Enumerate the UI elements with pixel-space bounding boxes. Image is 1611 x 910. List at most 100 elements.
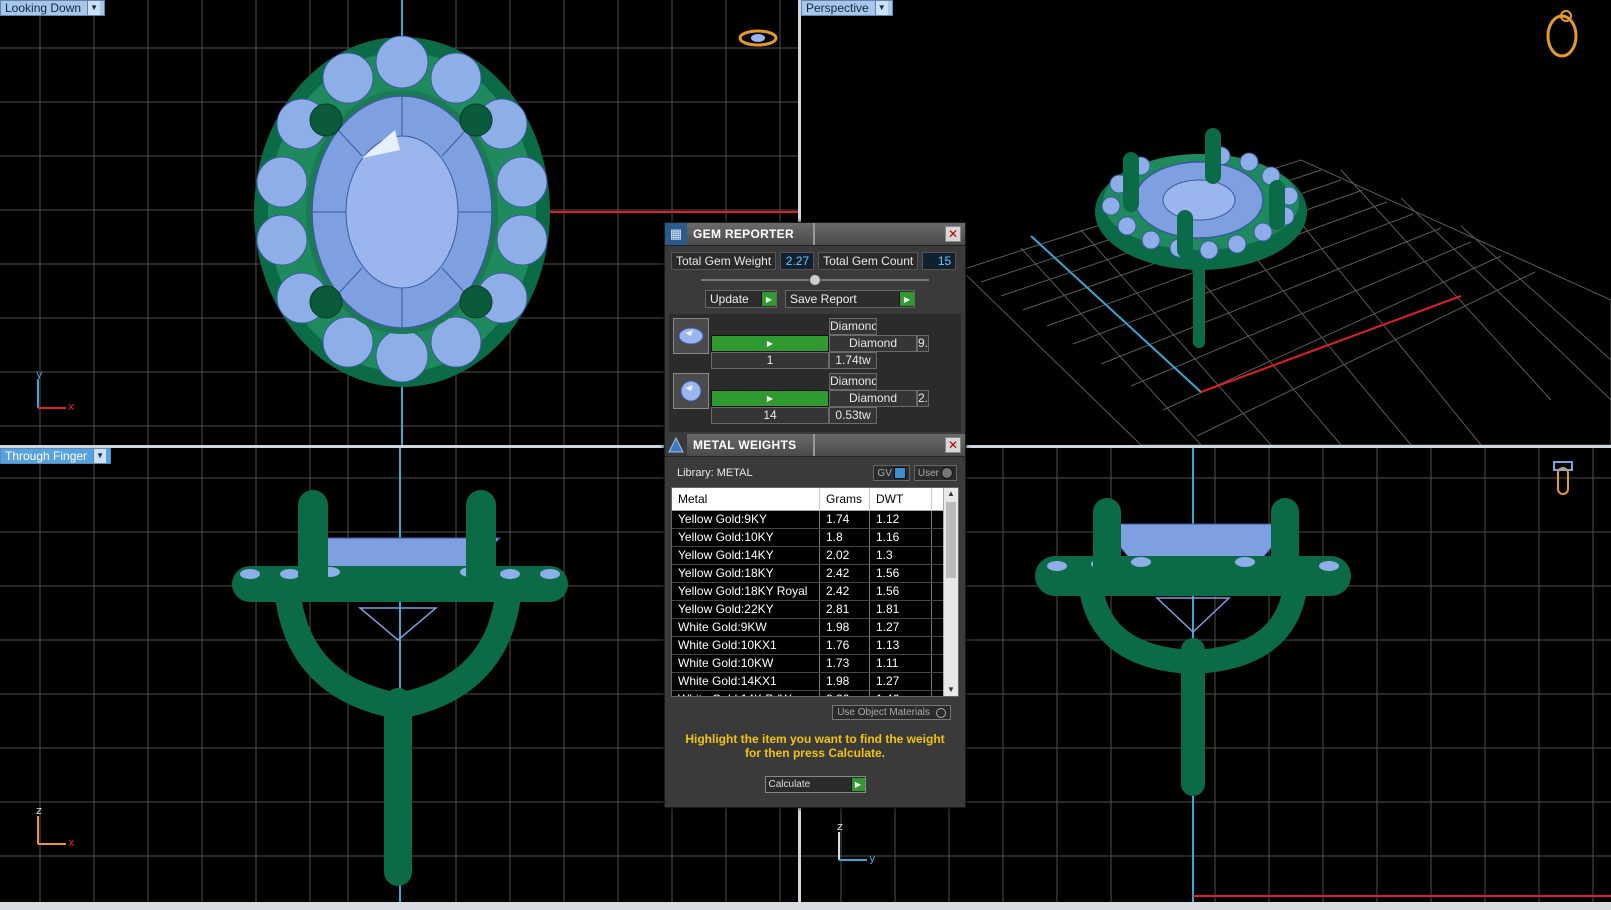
dwt-cell: 1.11 [870,655,932,672]
oval-gem-icon [673,318,709,354]
view-tab-looking-down[interactable]: Looking Down ▼ [0,0,106,16]
total-gem-count-label: Total Gem Count [818,252,919,270]
table-row[interactable]: Yellow Gold:18KY 2.42 1.56 [672,565,958,583]
table-row[interactable]: Yellow Gold:10KY 1.8 1.16 [672,529,958,547]
toggle-off-icon [941,467,953,479]
save-report-button[interactable]: Save Report ▶ [785,290,915,308]
calculate-label: Calculate [768,779,811,790]
metal-cell: White Gold:9KW [672,619,820,636]
gem-count: 14 [711,407,829,424]
gem-row[interactable]: Diamond Round Diamond 2.16 X 2.16 14 0.5… [673,373,957,424]
calculate-button[interactable]: Calculate ▶ [764,776,866,793]
axis-gizmo-tl [37,380,66,409]
metal-weights-titlebar[interactable]: METAL WEIGHTS ✕ [665,434,965,457]
close-icon[interactable]: ✕ [945,437,961,453]
metal-table-body: Yellow Gold:9KY 1.74 1.12 Yellow Gold:10KY 1… [672,511,958,696]
gem-size: 9.13 X 7.10 [917,335,929,352]
table-row[interactable]: Yellow Gold:14KY 2.02 1.3 [672,547,958,565]
scrollbar[interactable]: ▲ ▼ [943,488,958,696]
metal-cell: Yellow Gold:18KY [672,565,820,582]
dwt-cell: 1.81 [870,601,932,618]
gem-reporter-title: GEM REPORTER [693,227,794,241]
metal-weights-panel: METAL WEIGHTS ✕ Library: METAL GV User M… [665,434,965,807]
column-metal[interactable]: Metal [672,488,820,510]
scroll-up-icon[interactable]: ▲ [944,488,958,500]
play-icon: ▶ [899,292,914,306]
table-row[interactable]: White Gold:9KW 1.98 1.27 [672,619,958,637]
scroll-thumb[interactable] [946,502,956,578]
title-divider [813,223,815,245]
dwt-cell: 1.46 [870,691,932,696]
column-dwt[interactable]: DWT [870,488,932,510]
ring-top-view [254,35,550,387]
calculate-row: Calculate ▶ [665,766,965,807]
gem-weight: 1.74tw [829,352,877,369]
axis-label-z: z [837,820,843,833]
chevron-down-icon[interactable]: ▼ [93,449,107,463]
axis-label-x: x [68,836,75,849]
user-toggle[interactable]: User [913,465,957,481]
chevron-down-icon[interactable]: ▼ [874,1,888,15]
instruction-text: Highlight the item you want to find the … [685,732,945,760]
gem-reporter-panel: ▦ GEM REPORTER ✕ Total Gem Weight 2.27 T… [664,222,966,808]
table-row[interactable]: Yellow Gold:22KY 2.81 1.81 [672,601,958,619]
gem-totals: Total Gem Weight 2.27 Total Gem Count 15 [665,246,965,272]
axis-label-y: y [36,368,43,381]
chevron-down-icon[interactable]: ▼ [87,1,101,15]
view-tab-through-finger[interactable]: Through Finger ▼ [0,448,112,464]
table-row[interactable]: White Gold:14KX1 1.98 1.27 [672,673,958,691]
view-tab-label: Through Finger [5,449,88,463]
play-icon[interactable]: ▶ [711,390,829,407]
axis-label-z: z [36,804,42,817]
library-row: Library: METAL GV User [665,457,965,487]
library-label: Library: METAL [677,467,753,479]
dwt-cell: 1.56 [870,565,932,582]
gv-toggle[interactable]: GV [873,465,910,481]
grams-cell: 2.81 [820,601,870,618]
gem-list: Diamond Oval Diamond 9.13 X 7.10 1 1.74t… [669,314,961,432]
grams-cell: 2.42 [820,583,870,600]
view-tab-perspective[interactable]: Perspective ▼ [801,0,893,16]
gem-count: 1 [711,352,829,369]
table-row[interactable]: Yellow Gold:9KY 1.74 1.12 [672,511,958,529]
table-row[interactable]: White Gold:10KW 1.73 1.11 [672,655,958,673]
metal-cell: White Gold:14KX1 [672,673,820,690]
dwt-cell: 1.16 [870,529,932,546]
dwt-cell: 1.12 [870,511,932,528]
axis-gizmo-bl [37,816,66,845]
grams-cell: 2.26 [820,691,870,696]
slider-handle[interactable] [809,274,821,286]
dwt-cell: 1.27 [870,619,932,636]
metal-cell: Yellow Gold:14KY [672,547,820,564]
view-tab-label: Looking Down [5,1,82,15]
table-row[interactable]: Yellow Gold:18KY Royal 2.42 1.56 [672,583,958,601]
update-label: Update [710,292,749,306]
gem-weight: 0.53tw [829,407,877,424]
gem-row[interactable]: Diamond Oval Diamond 9.13 X 7.10 1 1.74t… [673,318,957,369]
table-row[interactable]: White Gold:10KX1 1.76 1.13 [672,637,958,655]
table-row[interactable]: White Gold:14K PdW2.261.46 [672,691,958,696]
gem-reporter-actions: Update ▶ Save Report ▶ [665,288,965,314]
axis-label-y: y [869,852,876,865]
view-ring-icon-tl [738,29,778,47]
column-grams[interactable]: Grams [820,488,870,510]
grams-cell: 2.02 [820,547,870,564]
close-icon[interactable]: ✕ [945,226,961,242]
total-gem-count-value: 15 [922,252,957,270]
gem-size: 2.16 X 2.16 [917,390,929,407]
use-object-materials-toggle[interactable]: Use Object Materials [832,705,951,720]
scroll-down-icon[interactable]: ▼ [944,684,958,696]
grams-cell: 1.76 [820,637,870,654]
ring-perspective [1095,128,1307,348]
gem-slider[interactable] [701,274,929,286]
metal-table[interactable]: Metal Grams DWT Yellow Gold:9KY 1.74 1.12 Y… [671,487,959,697]
metal-table-header: Metal Grams DWT [672,488,958,511]
play-icon[interactable]: ▶ [711,335,829,352]
metal-cell: Yellow Gold:9KY [672,511,820,528]
play-icon: ▶ [761,292,776,306]
grams-cell: 1.98 [820,619,870,636]
gem-reporter-titlebar[interactable]: ▦ GEM REPORTER ✕ [665,223,965,246]
update-button[interactable]: Update ▶ [705,290,777,308]
gem-reporter-icon: ▦ [665,223,687,245]
status-strip [0,902,1611,910]
